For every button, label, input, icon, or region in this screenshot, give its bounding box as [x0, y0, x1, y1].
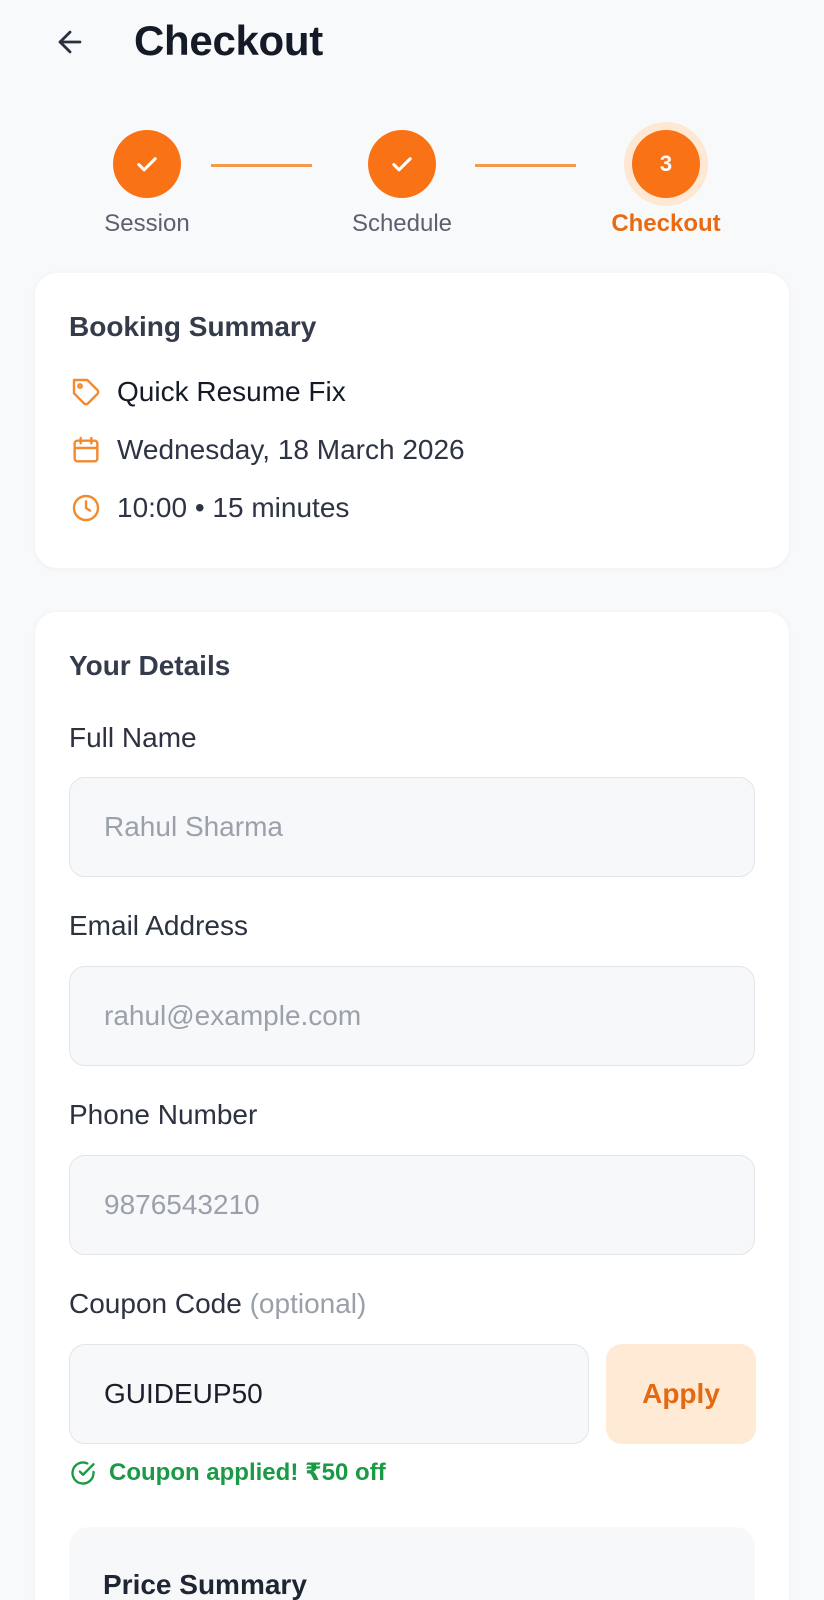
clock-icon — [69, 491, 103, 525]
coupon-status-text: Coupon applied! ₹50 off — [109, 1459, 386, 1486]
back-button[interactable] — [50, 22, 90, 62]
tag-icon — [69, 375, 103, 409]
step-checkout[interactable]: 3 Checkout — [576, 120, 756, 238]
coupon-input[interactable]: GUIDEUP50 — [69, 1344, 589, 1444]
step-label: Schedule — [351, 210, 453, 237]
email-input[interactable]: rahul@example.com — [69, 966, 755, 1066]
phone-input[interactable]: 9876543210 — [69, 1155, 755, 1255]
check-icon — [392, 157, 412, 172]
summary-time-row: 10:00 • 15 minutes — [69, 491, 349, 525]
phone-label: Phone Number — [69, 1099, 258, 1130]
price-summary-card: Price Summary — [69, 1527, 755, 1600]
arrow-left-icon — [58, 30, 82, 54]
email-label: Email Address — [69, 910, 248, 941]
page-title: Checkout — [134, 17, 323, 64]
check-icon — [137, 157, 157, 172]
step-complete-badge — [113, 130, 181, 198]
apply-coupon-button[interactable]: Apply — [606, 1344, 756, 1444]
booking-summary-card: Booking Summary Quick Resume Fix Wednesd… — [35, 273, 789, 568]
step-complete-badge — [368, 130, 436, 198]
booking-summary-title: Booking Summary — [69, 311, 317, 342]
header: Checkout — [0, 0, 824, 84]
step-session[interactable]: Session — [57, 120, 237, 238]
summary-service-row: Quick Resume Fix — [69, 375, 346, 409]
full-name-label: Full Name — [69, 722, 197, 753]
progress-stepper: Session Schedule 3 Checkout — [0, 120, 824, 250]
price-summary-title: Price Summary — [103, 1569, 307, 1600]
coupon-success-message: Coupon applied! ₹50 off — [69, 1458, 386, 1487]
booking-date: Wednesday, 18 March 2026 — [117, 434, 465, 465]
coupon-label-text: Coupon Code — [69, 1288, 242, 1319]
calendar-icon — [69, 433, 103, 467]
step-schedule[interactable]: Schedule — [312, 120, 492, 238]
coupon-label: Coupon Code (optional) — [69, 1288, 366, 1320]
optional-hint: (optional) — [249, 1288, 367, 1319]
details-card: Your Details Full Name Rahul Sharma Emai… — [35, 612, 789, 1600]
check-circle-icon — [71, 1460, 95, 1485]
booking-time: 10:00 • 15 minutes — [117, 492, 350, 523]
details-title: Your Details — [69, 650, 231, 681]
summary-date-row: Wednesday, 18 March 2026 — [69, 433, 465, 467]
full-name-input[interactable]: Rahul Sharma — [69, 777, 755, 877]
service-name: Quick Resume Fix — [117, 376, 346, 407]
step-label: Session — [104, 210, 190, 237]
step-number-badge: 3 — [632, 130, 700, 198]
step-label: Checkout — [611, 210, 721, 237]
